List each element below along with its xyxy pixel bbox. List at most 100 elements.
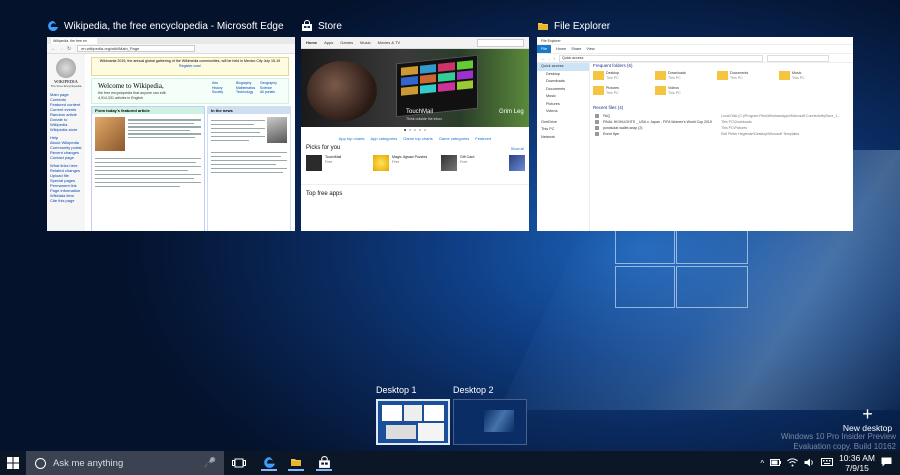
window-title: Store	[318, 20, 342, 32]
nav-item-this-pc[interactable]: This PC	[537, 126, 589, 134]
nav-item[interactable]: Desktop	[537, 71, 589, 79]
window-thumbnail[interactable]: Home Apps Games Music Movies & TV TouchM…	[301, 37, 529, 231]
fe-search-input[interactable]	[767, 54, 829, 62]
app-icon[interactable]	[509, 155, 525, 171]
wikimania-banner: Wikimania 2015, the annual global gather…	[91, 57, 289, 76]
taskbar-edge-button[interactable]	[261, 455, 277, 471]
forward-arrow-icon[interactable]: →	[547, 56, 551, 61]
store-tab[interactable]: Movies & TV	[378, 40, 401, 45]
desktop-preview	[453, 399, 527, 445]
store-tab[interactable]: Home	[306, 40, 317, 45]
folder-tile[interactable]: Music This PC	[779, 71, 841, 80]
store-link[interactable]: App categories	[371, 136, 398, 141]
portal-list: Arts Biography Geography History Mathema…	[212, 81, 284, 95]
wikipedia-globe-logo	[56, 58, 76, 78]
folder-tile[interactable]: Videos This PC	[655, 86, 717, 95]
nav-item[interactable]: Videos	[537, 108, 589, 116]
desktop-label: Desktop 1	[376, 385, 417, 395]
nav-item[interactable]: Documents	[537, 86, 589, 94]
portal-link[interactable]: Technology	[236, 90, 260, 95]
nav-item[interactable]: Pictures	[537, 101, 589, 109]
taskbar-file-explorer-button[interactable]	[288, 455, 304, 471]
pick-item[interactable]: Gift Card Free	[441, 155, 474, 171]
task-view-icon	[232, 458, 246, 468]
portal-link[interactable]: All portals	[260, 90, 284, 95]
register-link[interactable]: Register now!	[92, 64, 288, 69]
store-search-input[interactable]	[477, 38, 524, 47]
window-title: Wikipedia, the free encyclopedia - Micro…	[64, 20, 284, 32]
store-link[interactable]: Game top charts	[403, 136, 433, 141]
wiki-nav-item[interactable]: Cite this page	[50, 198, 85, 203]
battery-icon[interactable]	[770, 458, 782, 468]
store-hero-banner[interactable]: TouchMail Think outside the inbox Grim L…	[301, 49, 529, 127]
desktop-2-thumbnail[interactable]: Desktop 2	[453, 385, 527, 445]
folder-icon	[537, 20, 549, 32]
folder-tile[interactable]: Pictures This PC	[593, 86, 655, 95]
up-arrow-icon[interactable]: ↑	[553, 56, 555, 61]
folder-icon	[593, 71, 604, 80]
ribbon-tabs: File Home Share View	[537, 45, 853, 54]
store-tab[interactable]: Music	[360, 40, 370, 45]
ribbon-tab[interactable]: Home	[556, 47, 566, 51]
folder-tile[interactable]: Desktop This PC	[593, 71, 655, 80]
store-tab[interactable]: Games	[340, 40, 353, 45]
address-bar[interactable]: en.wikipedia.org/wiki/Main_Page	[77, 45, 196, 52]
featured-article-box: From today's featured article	[91, 106, 205, 231]
volume-icon[interactable]	[804, 458, 815, 469]
hero-subtitle: Think outside the inbox	[406, 117, 442, 121]
ribbon-tab-file[interactable]: File	[537, 45, 552, 53]
nav-item-quick-access[interactable]: Quick access	[537, 63, 589, 71]
news-image	[267, 117, 287, 143]
store-tab[interactable]: Apps	[324, 40, 333, 45]
task-view-button[interactable]	[231, 455, 247, 471]
welcome-sub: the free encyclopedia that anyone can ed…	[98, 91, 167, 95]
wifi-icon[interactable]	[787, 457, 798, 469]
show-hidden-icons-chevron-icon[interactable]: ^	[760, 459, 764, 468]
pick-item[interactable]: TouchMail Free	[306, 155, 341, 171]
store-link[interactable]: App top charts	[339, 136, 365, 141]
nav-item-network[interactable]: Network	[537, 134, 589, 142]
file-icon	[595, 120, 599, 124]
start-button[interactable]	[0, 451, 26, 475]
featured-header: From today's featured article	[92, 107, 204, 114]
window-thumbnail[interactable]: Wikipedia, the free en ← → ↻ en.wikipedi…	[47, 37, 295, 231]
window-thumbnail[interactable]: File Explorer File Home Share View ← → ↑…	[537, 37, 853, 231]
desktop-1-thumbnail[interactable]: Desktop 1	[376, 385, 450, 445]
recent-file-row[interactable]: Event flyer Edit Pieter Hegeman\Desktop\M…	[593, 131, 851, 137]
wiki-nav-item[interactable]: Donate to Wikipedia	[50, 117, 85, 127]
store-link[interactable]: Game categories	[439, 136, 469, 141]
microphone-icon[interactable]: 🎤	[204, 458, 216, 469]
system-tray: ^ 10:36 AM 7/9/15	[760, 451, 900, 475]
nav-item[interactable]: Downloads	[537, 78, 589, 86]
windows-logo-icon	[7, 457, 19, 469]
fe-content-pane: Frequent folders (6) Desktop This PC Down…	[593, 63, 851, 229]
nav-item[interactable]: Music	[537, 93, 589, 101]
cortana-search-box[interactable]: Ask me anything 🎤	[26, 451, 224, 475]
store-link[interactable]: Featured	[475, 136, 491, 141]
top-free-section: Top free apps	[301, 184, 529, 219]
folder-tile[interactable]: Documents This PC	[717, 71, 779, 80]
ribbon-tab[interactable]: Share	[571, 47, 581, 51]
back-arrow-icon[interactable]: ←	[51, 46, 56, 52]
action-center-icon[interactable]	[881, 457, 892, 469]
gift-card-app-icon	[441, 155, 457, 171]
pick-item[interactable]: Magic Jigsaw Puzzles Free	[373, 155, 427, 171]
new-desktop-button[interactable]: + New desktop	[840, 405, 895, 433]
store-nav-tabs: Home Apps Games Music Movies & TV	[301, 37, 529, 49]
back-arrow-icon[interactable]: ←	[541, 56, 545, 61]
wiki-logo-sub: The Free Encyclopedia	[50, 84, 82, 88]
taskbar-store-button[interactable]	[316, 455, 332, 471]
browser-tab[interactable]: Wikipedia, the free en	[51, 38, 97, 44]
keyboard-icon[interactable]	[821, 458, 834, 468]
ribbon-tab[interactable]: View	[586, 47, 594, 51]
portal-link[interactable]: Society	[212, 90, 236, 95]
plus-icon: +	[862, 404, 873, 424]
evaluation-watermark: Windows 10 Pro Insider Preview Evaluatio…	[780, 432, 896, 451]
frequent-folders-grid: Desktop This PC Downloads This PC Document…	[593, 71, 851, 95]
folder-tile[interactable]: Downloads This PC	[655, 71, 717, 80]
nav-item-onedrive[interactable]: OneDrive	[537, 119, 589, 127]
refresh-icon[interactable]: ↻	[67, 46, 71, 52]
picks-show-all[interactable]: Show all	[511, 147, 524, 151]
forward-arrow-icon[interactable]: →	[59, 46, 64, 52]
taskbar-clock[interactable]: 10:36 AM 7/9/15	[839, 453, 875, 473]
